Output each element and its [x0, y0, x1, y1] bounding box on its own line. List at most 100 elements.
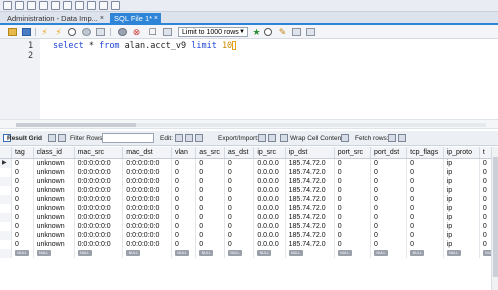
- cell-ip-dst[interactable]: 185.74.72.0: [285, 158, 335, 168]
- cell-ip-src[interactable]: 0.0.0.0: [253, 239, 286, 249]
- cell-ip-dst[interactable]: 185.74.72.0: [285, 167, 335, 177]
- row-indicator[interactable]: [0, 167, 12, 177]
- row-indicator[interactable]: ▶: [0, 158, 12, 168]
- editor-result-splitter[interactable]: [0, 119, 498, 129]
- cell-class-id[interactable]: unknown: [33, 185, 75, 195]
- cell-as-src[interactable]: 0: [195, 185, 225, 195]
- cell-mac-src[interactable]: 0:0:0:0:0:0: [74, 158, 124, 168]
- import-icon[interactable]: [268, 134, 276, 142]
- column-header-class-id[interactable]: class_id: [33, 147, 75, 159]
- reconnect-icon[interactable]: [111, 1, 120, 10]
- autocommit-icon[interactable]: ☐: [148, 28, 157, 37]
- null-cell[interactable]: NULL: [370, 248, 408, 258]
- cell-tcp-flags[interactable]: 0: [406, 203, 444, 213]
- cell-class-id[interactable]: unknown: [33, 203, 75, 213]
- cell-class-id[interactable]: unknown: [33, 158, 75, 168]
- cell-tcp-flags[interactable]: 0: [406, 167, 444, 177]
- cell-port-dst[interactable]: 0: [370, 185, 408, 195]
- cell-class-id[interactable]: unknown: [33, 176, 75, 186]
- table-row[interactable]: 0 unknown 0:0:0:0:0:0 0:0:0:0:0:0 0 0 0 0.0.0.0…: [0, 221, 498, 231]
- create-view-icon[interactable]: [63, 1, 72, 10]
- cell-tcp-flags[interactable]: 0: [406, 212, 444, 222]
- table-row[interactable]: 0 unknown 0:0:0:0:0:0 0:0:0:0:0:0 0 0 0 0.0.0.0…: [0, 239, 498, 249]
- cell-vlan[interactable]: 0: [171, 203, 197, 213]
- cell-port-src[interactable]: 0: [334, 176, 371, 186]
- column-header-as-src[interactable]: as_src: [195, 147, 225, 159]
- cell-as-dst[interactable]: 0: [224, 158, 255, 168]
- cell-tag[interactable]: 0: [11, 167, 34, 177]
- fetch-next-icon[interactable]: [388, 134, 396, 142]
- cell-as-src[interactable]: 0: [195, 158, 225, 168]
- cell-port-src[interactable]: 0: [334, 185, 371, 195]
- cell-mac-dst[interactable]: 0:0:0:0:0:0: [122, 176, 172, 186]
- cell-class-id[interactable]: unknown: [33, 239, 75, 249]
- table-row[interactable]: 0 unknown 0:0:0:0:0:0 0:0:0:0:0:0 0 0 0 0.0.0.0…: [0, 176, 498, 186]
- column-header-port-dst[interactable]: port_dst: [370, 147, 408, 159]
- column-header-ip-proto[interactable]: ip_proto: [443, 147, 480, 159]
- table-row[interactable]: 0 unknown 0:0:0:0:0:0 0:0:0:0:0:0 0 0 0 0.0.0.0…: [0, 194, 498, 204]
- cell-as-src[interactable]: 0: [195, 176, 225, 186]
- cell-ip-proto[interactable]: ip: [443, 194, 480, 204]
- cell-vlan[interactable]: 0: [171, 158, 197, 168]
- null-cell[interactable]: NULL: [253, 248, 286, 258]
- cell-mac-dst[interactable]: 0:0:0:0:0:0: [122, 167, 172, 177]
- cell-tcp-flags[interactable]: 0: [406, 185, 444, 195]
- cell-ip-src[interactable]: 0.0.0.0: [253, 167, 286, 177]
- cell-ip-proto[interactable]: ip: [443, 239, 480, 249]
- cell-vlan[interactable]: 0: [171, 221, 197, 231]
- cell-class-id[interactable]: unknown: [33, 230, 75, 240]
- cell-tag[interactable]: 0: [11, 239, 34, 249]
- cell-as-src[interactable]: 0: [195, 203, 225, 213]
- cell-tcp-flags[interactable]: 0: [406, 230, 444, 240]
- cell-as-dst[interactable]: 0: [224, 239, 255, 249]
- column-header-port-src[interactable]: port_src: [334, 147, 371, 159]
- cell-vlan[interactable]: 0: [171, 194, 197, 204]
- cell-as-dst[interactable]: 0: [224, 167, 255, 177]
- cell-port-src[interactable]: 0: [334, 203, 371, 213]
- cell-vlan[interactable]: 0: [171, 167, 197, 177]
- tab-sql-file[interactable]: SQL File 1* ×: [110, 13, 161, 25]
- cell-mac-dst[interactable]: 0:0:0:0:0:0: [122, 158, 172, 168]
- limit-rows-select[interactable]: Limit to 1000 rows ▼: [178, 27, 248, 37]
- cell-tag[interactable]: 0: [11, 230, 34, 240]
- cell-as-src[interactable]: 0: [195, 167, 225, 177]
- cell-vlan[interactable]: 0: [171, 185, 197, 195]
- result-grid-label[interactable]: Result Grid: [7, 135, 42, 142]
- column-header-tcp-flags[interactable]: tcp_flags: [406, 147, 444, 159]
- null-cell[interactable]: NULL: [33, 248, 75, 258]
- fetch-all-icon[interactable]: [398, 134, 406, 142]
- grid-vertical-scrollbar[interactable]: [491, 147, 498, 290]
- cell-port-src[interactable]: 0: [334, 239, 371, 249]
- cell-mac-dst[interactable]: 0:0:0:0:0:0: [122, 239, 172, 249]
- cell-port-src[interactable]: 0: [334, 194, 371, 204]
- cell-mac-src[interactable]: 0:0:0:0:0:0: [74, 185, 124, 195]
- row-indicator[interactable]: [0, 176, 12, 186]
- cell-port-src[interactable]: 0: [334, 230, 371, 240]
- find-icon[interactable]: [264, 28, 272, 36]
- cell-ip-dst[interactable]: 185.74.72.0: [285, 230, 335, 240]
- cell-tcp-flags[interactable]: 0: [406, 239, 444, 249]
- cell-as-src[interactable]: 0: [195, 221, 225, 231]
- row-indicator[interactable]: [0, 230, 12, 240]
- create-function-icon[interactable]: [87, 1, 96, 10]
- cell-mac-dst[interactable]: 0:0:0:0:0:0: [122, 221, 172, 231]
- scrollbar-thumb[interactable]: [16, 123, 136, 127]
- cell-ip-src[interactable]: 0.0.0.0: [253, 185, 286, 195]
- null-cell[interactable]: NULL: [171, 248, 197, 258]
- cell-tcp-flags[interactable]: 0: [406, 194, 444, 204]
- create-procedure-icon[interactable]: [75, 1, 84, 10]
- cell-tag[interactable]: 0: [11, 221, 34, 231]
- cell-mac-src[interactable]: 0:0:0:0:0:0: [74, 230, 124, 240]
- cell-as-dst[interactable]: 0: [224, 176, 255, 186]
- execute-current-icon[interactable]: ⚡: [54, 28, 63, 37]
- cell-port-dst[interactable]: 0: [370, 158, 408, 168]
- cell-ip-dst[interactable]: 185.74.72.0: [285, 239, 335, 249]
- column-header-ip-src[interactable]: ip_src: [253, 147, 286, 159]
- row-indicator[interactable]: [0, 221, 12, 231]
- cell-ip-proto[interactable]: ip: [443, 230, 480, 240]
- open-file-icon[interactable]: [8, 28, 17, 36]
- null-cell[interactable]: NULL: [74, 248, 124, 258]
- cell-port-dst[interactable]: 0: [370, 176, 408, 186]
- column-header-mac-src[interactable]: mac_src: [74, 147, 124, 159]
- column-header-mac-dst[interactable]: mac_dst: [122, 147, 172, 159]
